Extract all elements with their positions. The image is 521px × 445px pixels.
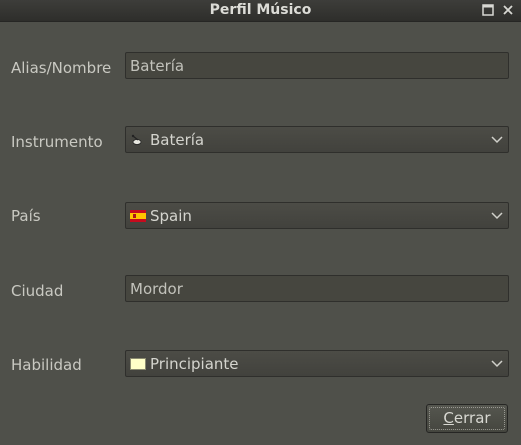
ciudad-field[interactable]: Mordor <box>125 275 509 302</box>
instrumento-combo[interactable]: Batería <box>125 126 509 153</box>
maximize-icon[interactable] <box>481 3 495 17</box>
alias-label: Alias/Nombre <box>11 59 112 77</box>
skill-swatch-icon <box>130 358 146 370</box>
alias-field[interactable]: Batería <box>125 52 509 79</box>
dialog-window: Perfil Músico Alias/Nombre Batería Instr… <box>0 0 521 445</box>
chevron-down-icon[interactable] <box>486 203 508 228</box>
window-title: Perfil Músico <box>209 2 312 18</box>
alias-value: Batería <box>130 57 185 75</box>
title-bar[interactable]: Perfil Músico <box>0 0 521 22</box>
instrumento-value: Batería <box>150 131 205 149</box>
pais-combo[interactable]: Spain <box>125 202 509 229</box>
close-button-label: Cerrar <box>443 409 491 427</box>
habilidad-combo[interactable]: Principiante <box>125 350 509 377</box>
chevron-down-icon[interactable] <box>486 127 508 152</box>
close-button[interactable]: Cerrar <box>426 404 508 433</box>
habilidad-value: Principiante <box>150 355 239 373</box>
ciudad-label: Ciudad <box>11 282 64 300</box>
instrumento-label: Instrumento <box>11 133 103 151</box>
habilidad-label: Habilidad <box>11 356 82 374</box>
spain-flag-icon <box>130 210 146 222</box>
drum-icon <box>131 134 142 145</box>
ciudad-value: Mordor <box>130 280 183 298</box>
pais-value: Spain <box>150 207 192 225</box>
pais-label: País <box>11 207 41 225</box>
chevron-down-icon[interactable] <box>486 351 508 376</box>
close-icon[interactable] <box>501 3 515 17</box>
